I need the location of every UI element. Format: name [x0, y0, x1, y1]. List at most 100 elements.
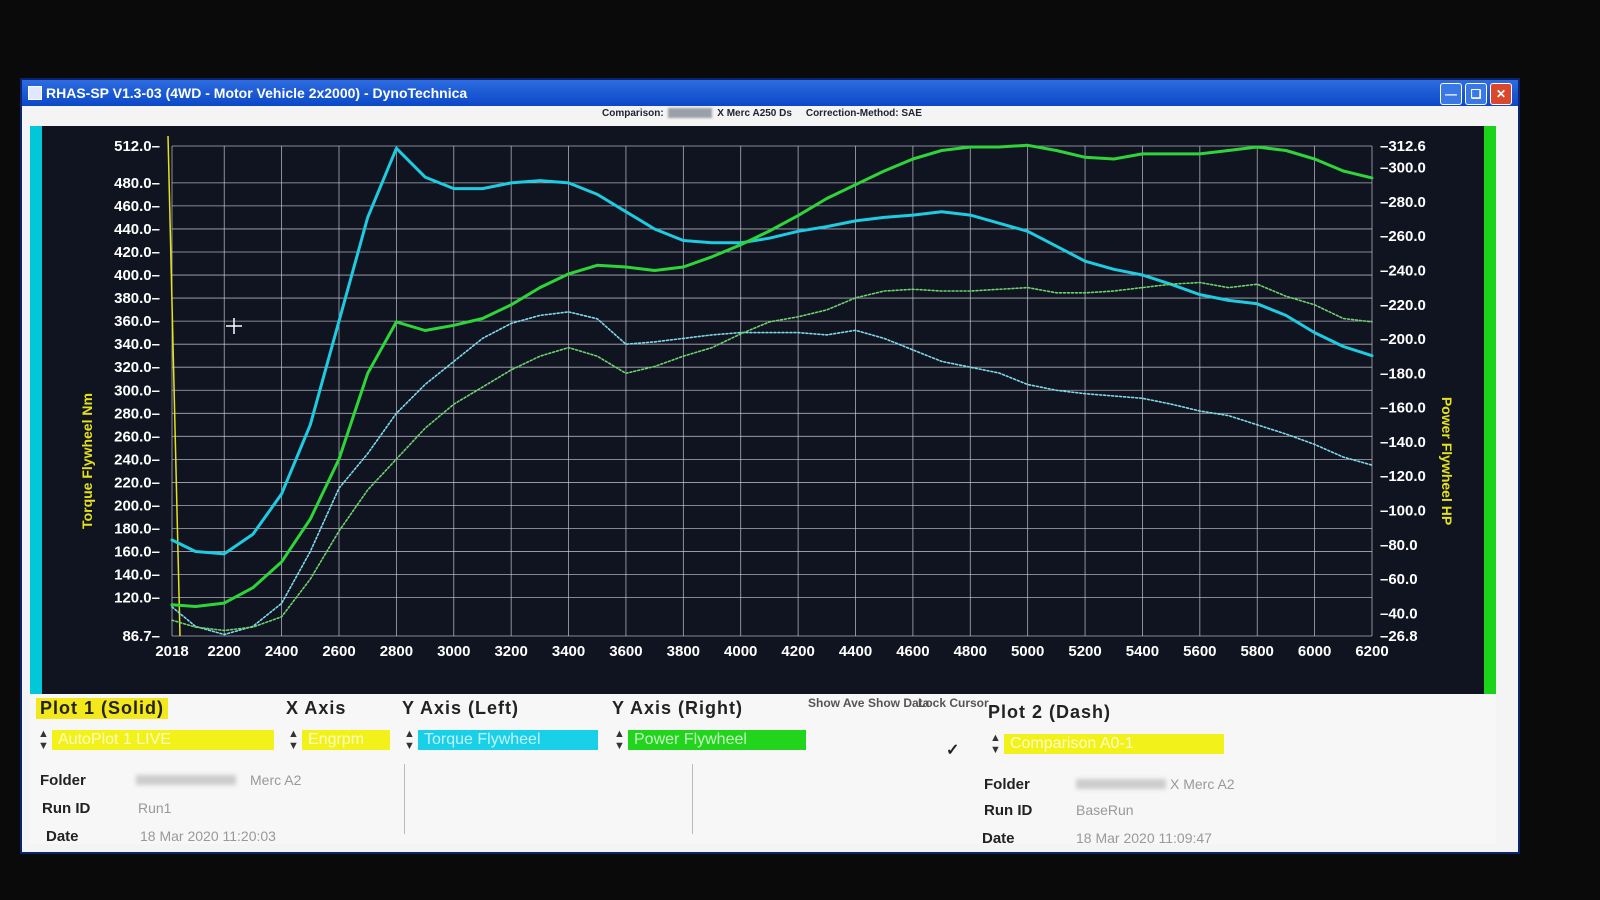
x-tick-label: 2018: [155, 643, 188, 660]
y-right-tick-label: –26.8: [1380, 628, 1418, 645]
redacted-block: [136, 775, 236, 785]
y-right-tick-label: –60.0: [1380, 571, 1418, 588]
lock-cursor-label: Lock Cursor: [918, 696, 989, 710]
plot2-runid-value: BaseRun: [1076, 802, 1134, 818]
y-right-spinner-icon[interactable]: ▲ ▼: [614, 728, 625, 752]
y-right-tick-label: –300.0: [1380, 160, 1426, 177]
y-left-tick-label: 480.0–: [114, 175, 160, 192]
y-left-header: Y Axis (Left): [402, 698, 520, 718]
column-divider: [404, 764, 405, 834]
x-tick-label: 4600: [896, 643, 929, 660]
control-panel: Plot 1 (Solid) X Axis Y Axis (Left) Y Ax…: [30, 694, 1496, 847]
x-tick-label: 2400: [265, 643, 298, 660]
plot2-select[interactable]: Comparison A0-1: [1004, 734, 1224, 754]
x-axis-select[interactable]: Engrpm: [302, 730, 390, 750]
y-right-header: Y Axis (Right): [612, 698, 744, 718]
y-right-select[interactable]: Power Flywheel: [628, 730, 806, 750]
plot1-spinner-icon[interactable]: ▲ ▼: [38, 728, 49, 752]
correction-method: Correction-Method: SAE: [805, 108, 922, 119]
close-icon[interactable]: ✕: [1490, 83, 1512, 105]
y-left-tick-label: 180.0–: [114, 521, 160, 538]
dyno-chart[interactable]: 2018 2200 2400 2600 2800 3000 3200 3400 3600 3800…: [30, 126, 1496, 694]
y-left-tick-label: 340.0–: [114, 336, 160, 353]
y-left-axis-title: Torque Flywheel Nm: [79, 393, 95, 529]
redacted-block: [668, 108, 713, 119]
x-tick-label: 3000: [437, 643, 470, 660]
app-icon: [28, 86, 42, 100]
x-tick-label: 4200: [781, 643, 814, 660]
x-tick-label: 5800: [1241, 643, 1274, 660]
app-window: RHAS-SP V1.3-03 (4WD - Motor Vehicle 2x2…: [20, 78, 1520, 854]
y-left-tick-label: 512.0–: [114, 138, 160, 155]
plot2-date-label: Date: [982, 830, 1015, 847]
y-left-tick-label: 140.0–: [114, 567, 160, 584]
title-bar: RHAS-SP V1.3-03 (4WD - Motor Vehicle 2x2…: [22, 80, 1518, 106]
x-tick-label: 3800: [667, 643, 700, 660]
y-right-tick-label: –200.0: [1380, 331, 1426, 348]
x-tick-label: 6200: [1355, 643, 1388, 660]
window-title: RHAS-SP V1.3-03 (4WD - Motor Vehicle 2x2…: [46, 85, 468, 101]
y-left-tick-label: 400.0–: [114, 267, 160, 284]
y-left-select[interactable]: Torque Flywheel: [418, 730, 598, 750]
y-left-tick-label: 360.0–: [114, 313, 160, 330]
x-tick-label: 6000: [1298, 643, 1331, 660]
x-tick-label: 3600: [609, 643, 642, 660]
y-left-tick-label: 220.0–: [114, 474, 160, 491]
x-tick-label: 5400: [1126, 643, 1159, 660]
plot1-folder-label: Folder: [40, 772, 86, 789]
y-left-tick-label: 300.0–: [114, 382, 160, 399]
y-right-tick-label: –40.0: [1380, 605, 1418, 622]
comparison-value: X Merc A250 Ds: [717, 108, 792, 119]
plot1-header: Plot 1 (Solid): [36, 698, 168, 719]
x-tick-label: 4800: [954, 643, 987, 660]
y-right-tick-label: –280.0: [1380, 194, 1426, 211]
x-axis-spinner-icon[interactable]: ▲ ▼: [288, 728, 299, 752]
plot2-folder-value: X Merc A2: [1076, 776, 1235, 792]
plot1-date-label: Date: [46, 828, 79, 845]
plot-background: [42, 126, 1484, 694]
y-left-tick-label: 240.0–: [114, 451, 160, 468]
x-tick-label: 2800: [380, 643, 413, 660]
plot2-header: Plot 2 (Dash): [988, 702, 1112, 722]
y-right-tick-label: –220.0: [1380, 297, 1426, 314]
y-right-tick-label: –240.0: [1380, 262, 1426, 279]
y-left-tick-label: 420.0–: [114, 244, 160, 261]
y-right-axis-title: Power Flywheel HP: [1439, 397, 1455, 525]
plot2-spinner-icon[interactable]: ▲ ▼: [990, 732, 1001, 756]
restore-icon[interactable]: ❏: [1465, 83, 1487, 105]
lock-cursor-checkbox[interactable]: ✓: [946, 740, 959, 760]
y-left-tick-label: 440.0–: [114, 221, 160, 238]
plot2-runid-label: Run ID: [984, 802, 1033, 819]
plot1-runid-label: Run ID: [42, 800, 91, 817]
x-tick-label: 2200: [208, 643, 241, 660]
y-right-tick-label: –180.0: [1380, 365, 1426, 382]
plot1-select[interactable]: AutoPlot 1 LIVE: [52, 730, 274, 750]
x-tick-label: 3400: [552, 643, 585, 660]
graph-panel[interactable]: 2018 2200 2400 2600 2800 3000 3200 3400 3600 3800…: [30, 126, 1496, 694]
plot2-folder-text: X Merc A2: [1170, 776, 1235, 792]
y-left-tick-label: 120.0–: [114, 590, 160, 607]
plot1-date-value: 18 Mar 2020 11:20:03: [140, 828, 276, 844]
column-divider: [692, 764, 693, 834]
plot2-folder-label: Folder: [984, 776, 1030, 793]
y-right-tick-label: –140.0: [1380, 434, 1426, 451]
plot1-runid-value: Run1: [138, 800, 172, 816]
y-left-tick-label: 320.0–: [114, 359, 160, 376]
y-right-tick-label: –100.0: [1380, 502, 1426, 519]
y-left-tick-label: 260.0–: [114, 428, 160, 445]
minimize-icon[interactable]: —: [1440, 83, 1462, 105]
plot2-date-value: 18 Mar 2020 11:09:47: [1076, 830, 1212, 846]
x-tick-label: 3200: [494, 643, 527, 660]
y-left-tick-label: 86.7–: [122, 628, 160, 645]
x-tick-label: 2600: [322, 643, 355, 660]
x-tick-label: 4000: [724, 643, 757, 660]
y-right-tick-label: –120.0: [1380, 468, 1426, 485]
y-left-tick-label: 460.0–: [114, 198, 160, 215]
y-left-spinner-icon[interactable]: ▲ ▼: [404, 728, 415, 752]
x-tick-label: 5200: [1068, 643, 1101, 660]
y-right-tick-label: –312.6: [1380, 138, 1426, 155]
plot1-folder-text: Merc A2: [250, 772, 302, 788]
x-tick-label: 5000: [1011, 643, 1044, 660]
plot1-folder-value: Merc A2: [136, 772, 301, 788]
show-ave-label: Show Ave: [808, 696, 865, 710]
